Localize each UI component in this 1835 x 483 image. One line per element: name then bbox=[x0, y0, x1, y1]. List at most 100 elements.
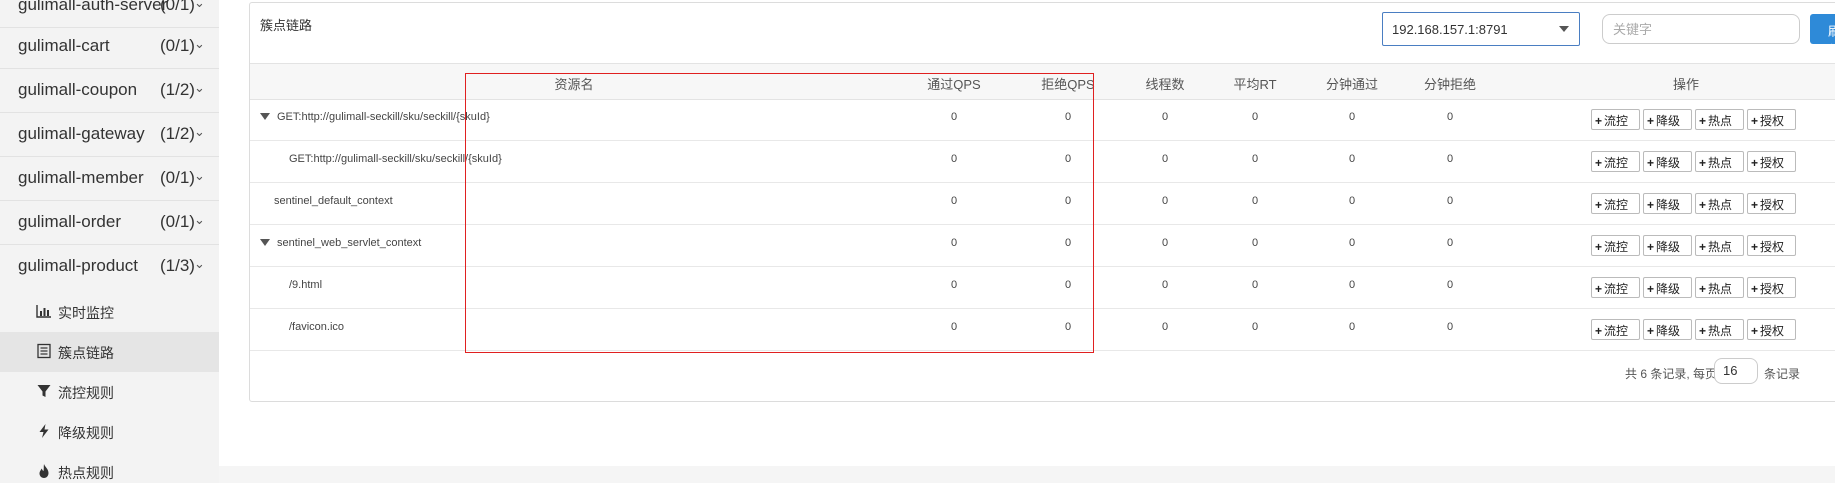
resource-name: /9.html bbox=[289, 279, 323, 291]
metric-value: 0 bbox=[1161, 237, 1169, 249]
action-label: 降级 bbox=[1656, 240, 1681, 254]
app-name: gulimall-cart bbox=[18, 36, 110, 55]
plus-icon: + bbox=[1699, 240, 1707, 254]
metric-value: 0 bbox=[1251, 321, 1259, 333]
action-label: 流控 bbox=[1604, 156, 1629, 170]
metric-value: 0 bbox=[1161, 195, 1169, 207]
app-name: gulimall-member bbox=[18, 168, 144, 187]
metric-value: 0 bbox=[1161, 111, 1169, 123]
expand-toggle-icon[interactable] bbox=[260, 239, 270, 246]
action-label: 热点 bbox=[1708, 198, 1733, 212]
app-name: gulimall-product bbox=[18, 256, 138, 275]
degrade-button[interactable]: + 降级 bbox=[1643, 235, 1692, 256]
caret-down-icon bbox=[1559, 26, 1569, 32]
plus-icon: + bbox=[1699, 282, 1707, 296]
metric-value: 0 bbox=[1064, 237, 1072, 249]
app-item-cart[interactable]: gulimall-cart (0/1) ⌄ bbox=[0, 24, 219, 69]
action-label: 授权 bbox=[1760, 156, 1785, 170]
expand-toggle-icon[interactable] bbox=[260, 113, 270, 120]
app-name: gulimall-coupon bbox=[18, 80, 138, 99]
plus-icon: + bbox=[1595, 282, 1603, 296]
app-item-order[interactable]: gulimall-order (0/1) ⌄ bbox=[0, 200, 219, 245]
metric-value: 0 bbox=[1064, 195, 1072, 207]
pagination-suffix: 条记录 bbox=[1764, 367, 1801, 381]
sidebar-item-realtime-monitor[interactable]: 实时监控 bbox=[0, 292, 219, 332]
chevron-down-icon: ⌄ bbox=[194, 124, 205, 139]
degrade-button[interactable]: + 降级 bbox=[1643, 319, 1692, 340]
action-label: 热点 bbox=[1708, 114, 1733, 128]
hotspot-button[interactable]: + 热点 bbox=[1695, 235, 1744, 256]
resource-name: sentinel_web_servlet_context bbox=[277, 237, 422, 249]
authority-button[interactable]: + 授权 bbox=[1747, 319, 1796, 340]
app-count: (0/1) bbox=[160, 212, 195, 231]
authority-button[interactable]: + 授权 bbox=[1747, 193, 1796, 214]
action-label: 降级 bbox=[1656, 198, 1681, 212]
flow-control-button[interactable]: + 流控 bbox=[1591, 109, 1640, 130]
authority-button[interactable]: + 授权 bbox=[1747, 277, 1796, 298]
resource-name: GET:http://gulimall-seckill/sku/seckill/… bbox=[277, 111, 490, 123]
refresh-button[interactable]: 刷新 bbox=[1810, 14, 1835, 44]
authority-button[interactable]: + 授权 bbox=[1747, 109, 1796, 130]
action-label: 授权 bbox=[1760, 240, 1785, 254]
header-resource-name: 资源名 bbox=[554, 77, 594, 92]
refresh-label: 刷新 bbox=[1828, 24, 1835, 44]
header-block-qps: 拒绝QPS bbox=[1041, 77, 1095, 92]
plus-icon: + bbox=[1647, 114, 1655, 128]
flow-control-button[interactable]: + 流控 bbox=[1591, 235, 1640, 256]
flow-control-button[interactable]: + 流控 bbox=[1591, 319, 1640, 340]
sidebar-item-cluster-link[interactable]: 簇点链路 bbox=[0, 332, 219, 372]
app-item-coupon[interactable]: gulimall-coupon (1/2) ⌄ bbox=[0, 68, 219, 113]
hotspot-button[interactable]: + 热点 bbox=[1695, 193, 1744, 214]
authority-button[interactable]: + 授权 bbox=[1747, 235, 1796, 256]
app-name: gulimall-auth-server bbox=[18, 0, 168, 14]
metric-value: 0 bbox=[1064, 279, 1072, 291]
metric-value: 0 bbox=[950, 195, 958, 207]
resource-name: sentinel_default_context bbox=[274, 195, 393, 207]
metric-value: 0 bbox=[1348, 237, 1356, 249]
header-minute-pass: 分钟通过 bbox=[1325, 77, 1379, 92]
action-label: 热点 bbox=[1708, 240, 1733, 254]
degrade-button[interactable]: + 降级 bbox=[1643, 109, 1692, 130]
flow-control-button[interactable]: + 流控 bbox=[1591, 151, 1640, 172]
machine-select-value: 192.168.157.1:8791 bbox=[1392, 22, 1508, 37]
hotspot-button[interactable]: + 热点 bbox=[1695, 319, 1744, 340]
app-item-member[interactable]: gulimall-member (0/1) ⌄ bbox=[0, 156, 219, 201]
action-label: 流控 bbox=[1604, 324, 1629, 338]
plus-icon: + bbox=[1595, 324, 1603, 338]
action-label: 流控 bbox=[1604, 282, 1629, 296]
table-row: /9.html 0 0 0 0 0 0 + 流控 + 降级 + 热点 + 授权 bbox=[250, 267, 1835, 309]
action-label: 授权 bbox=[1760, 198, 1785, 212]
sidebar-item-label: 簇点链路 bbox=[58, 345, 114, 361]
app-count: (1/2) bbox=[160, 124, 195, 143]
action-label: 降级 bbox=[1656, 324, 1681, 338]
list-icon bbox=[37, 343, 51, 359]
chevron-down-icon: ⌄ bbox=[194, 0, 205, 10]
header-actions: 操作 bbox=[1672, 77, 1700, 92]
metric-value: 0 bbox=[950, 279, 958, 291]
plus-icon: + bbox=[1647, 282, 1655, 296]
hotspot-button[interactable]: + 热点 bbox=[1695, 277, 1744, 298]
flow-control-button[interactable]: + 流控 bbox=[1591, 277, 1640, 298]
flow-control-button[interactable]: + 流控 bbox=[1591, 193, 1640, 214]
sidebar-item-degrade-rules[interactable]: 降级规则 bbox=[0, 412, 219, 452]
metric-value: 0 bbox=[1348, 111, 1356, 123]
metric-value: 0 bbox=[1251, 153, 1259, 165]
chevron-down-icon: ⌄ bbox=[194, 168, 205, 183]
metric-value: 0 bbox=[950, 321, 958, 333]
app-item-gateway[interactable]: gulimall-gateway (1/2) ⌄ bbox=[0, 112, 219, 157]
page-size-input[interactable]: 16 bbox=[1714, 358, 1758, 384]
app-item-product[interactable]: gulimall-product (1/3) ⌄ bbox=[0, 244, 219, 288]
degrade-button[interactable]: + 降级 bbox=[1643, 151, 1692, 172]
metric-value: 0 bbox=[1161, 153, 1169, 165]
hotspot-button[interactable]: + 热点 bbox=[1695, 151, 1744, 172]
degrade-button[interactable]: + 降级 bbox=[1643, 193, 1692, 214]
sidebar-item-flow-rules[interactable]: 流控规则 bbox=[0, 372, 219, 412]
hotspot-button[interactable]: + 热点 bbox=[1695, 109, 1744, 130]
machine-select[interactable]: 192.168.157.1:8791 bbox=[1382, 12, 1580, 46]
app-name: gulimall-gateway bbox=[18, 124, 145, 143]
degrade-button[interactable]: + 降级 bbox=[1643, 277, 1692, 298]
sidebar-item-hotspot-rules[interactable]: 热点规则 bbox=[0, 452, 219, 483]
authority-button[interactable]: + 授权 bbox=[1747, 151, 1796, 172]
sidebar: gulimall-auth-server (0/1) ⌄ gulimall-ca… bbox=[0, 0, 219, 483]
keyword-search-input[interactable] bbox=[1602, 14, 1800, 44]
